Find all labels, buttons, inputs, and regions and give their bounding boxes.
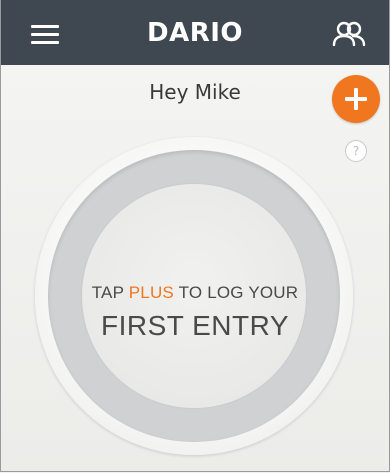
greeting-text: Hey Mike: [149, 80, 241, 104]
add-entry-button[interactable]: [332, 75, 380, 123]
plus-icon-vertical: [354, 88, 358, 110]
users-icon-graphic: [332, 21, 366, 47]
top-bar: DARIO: [1, 0, 389, 65]
empty-state-heading: FIRST ENTRY: [100, 310, 290, 341]
users-icon[interactable]: [331, 20, 367, 48]
app-screen: DARIO Hey Mike ? TAP PLUS TO LOG YOUR FI…: [0, 0, 390, 472]
help-button[interactable]: ?: [345, 140, 367, 162]
prompt-suffix: TO LOG YOUR: [178, 283, 299, 302]
prompt-accent-word: PLUS: [128, 283, 174, 302]
empty-state-prompt: TAP PLUS TO LOG YOUR: [1, 283, 389, 303]
prompt-prefix: TAP: [91, 283, 124, 302]
